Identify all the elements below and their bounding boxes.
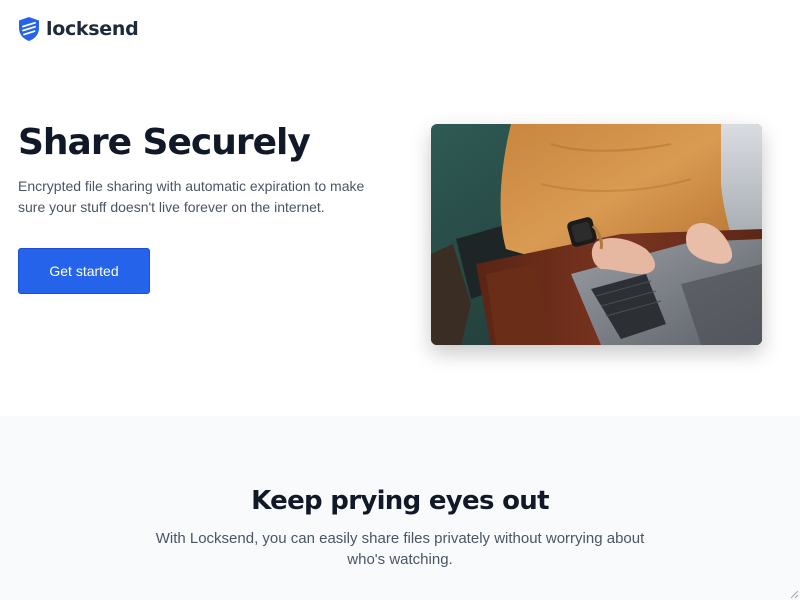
- feature-section: Keep prying eyes out With Locksend, you …: [0, 416, 800, 600]
- resize-grip-icon[interactable]: [789, 589, 799, 599]
- feature-title: Keep prying eyes out: [251, 486, 549, 516]
- site-logo[interactable]: locksend: [18, 16, 139, 42]
- brand-name: locksend: [46, 18, 139, 40]
- shield-icon: [19, 17, 39, 41]
- hero-photo: [431, 124, 762, 345]
- hero-title: Share Securely: [18, 122, 311, 163]
- laptop-typing-photo: [431, 124, 762, 345]
- get-started-button[interactable]: Get started: [18, 248, 150, 294]
- hero-subtitle: Encrypted file sharing with automatic ex…: [18, 178, 365, 215]
- feature-description: With Locksend, you can easily share file…: [155, 530, 645, 568]
- landing-page: locksend Share Securely Encrypted file s…: [0, 0, 800, 600]
